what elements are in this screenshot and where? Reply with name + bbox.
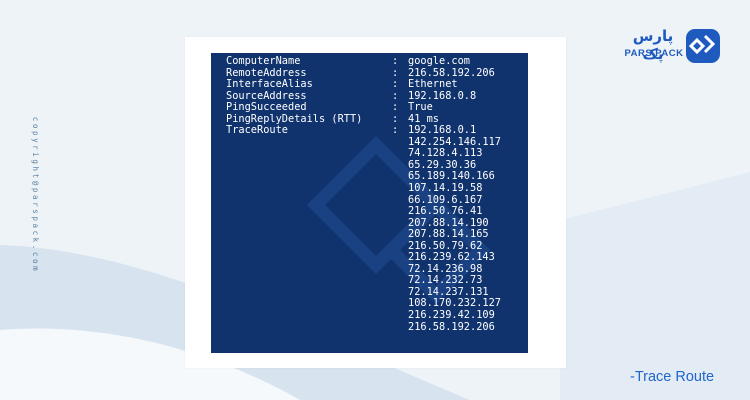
trace-hop-row: 216.58.192.206 [226, 320, 501, 334]
terminal-row: InterfaceAlias: Ethernet [226, 79, 501, 91]
field-key: ComputerName [226, 55, 301, 67]
field-value: google.com [408, 55, 470, 67]
trace-hop-row: 216.50.76.41 [226, 206, 501, 218]
copyright-text: copyright@parspack.com [31, 116, 40, 274]
trace-hop-row: 107.14.19.58 [226, 182, 501, 195]
trace-hop-address: 216.58.192.206 [408, 320, 495, 333]
field-key: PingSucceeded [226, 101, 307, 114]
field-value: Ethernet [408, 78, 458, 91]
field-separator: : [392, 101, 399, 114]
powershell-terminal: ComputerName: google.com RemoteAddress:216… [211, 53, 528, 353]
caption-trace-route: -Trace Route [630, 369, 715, 385]
brand-name-english: PARS PACK [624, 48, 684, 59]
terminal-row: PingSucceeded: True [226, 102, 501, 114]
trace-hop-row: 216.239.42.109 [226, 309, 501, 322]
terminal-output: ComputerName: google.com RemoteAddress:216… [226, 55, 501, 334]
trace-hop-address: 107.14.19.58 [408, 182, 483, 195]
field-separator: : [392, 78, 399, 91]
field-separator: : [392, 124, 399, 137]
field-key: TraceRoute [226, 124, 288, 137]
field-value: True [408, 101, 433, 114]
field-separator: : [392, 55, 399, 67]
trace-hop-address: 216.50.76.41 [408, 205, 483, 218]
trace-hop-address: 216.239.42.109 [408, 309, 495, 322]
field-key: InterfaceAlias [226, 78, 313, 91]
parspack-logo-icon [686, 29, 720, 63]
terminal-row: ComputerName: google.com [226, 55, 501, 68]
